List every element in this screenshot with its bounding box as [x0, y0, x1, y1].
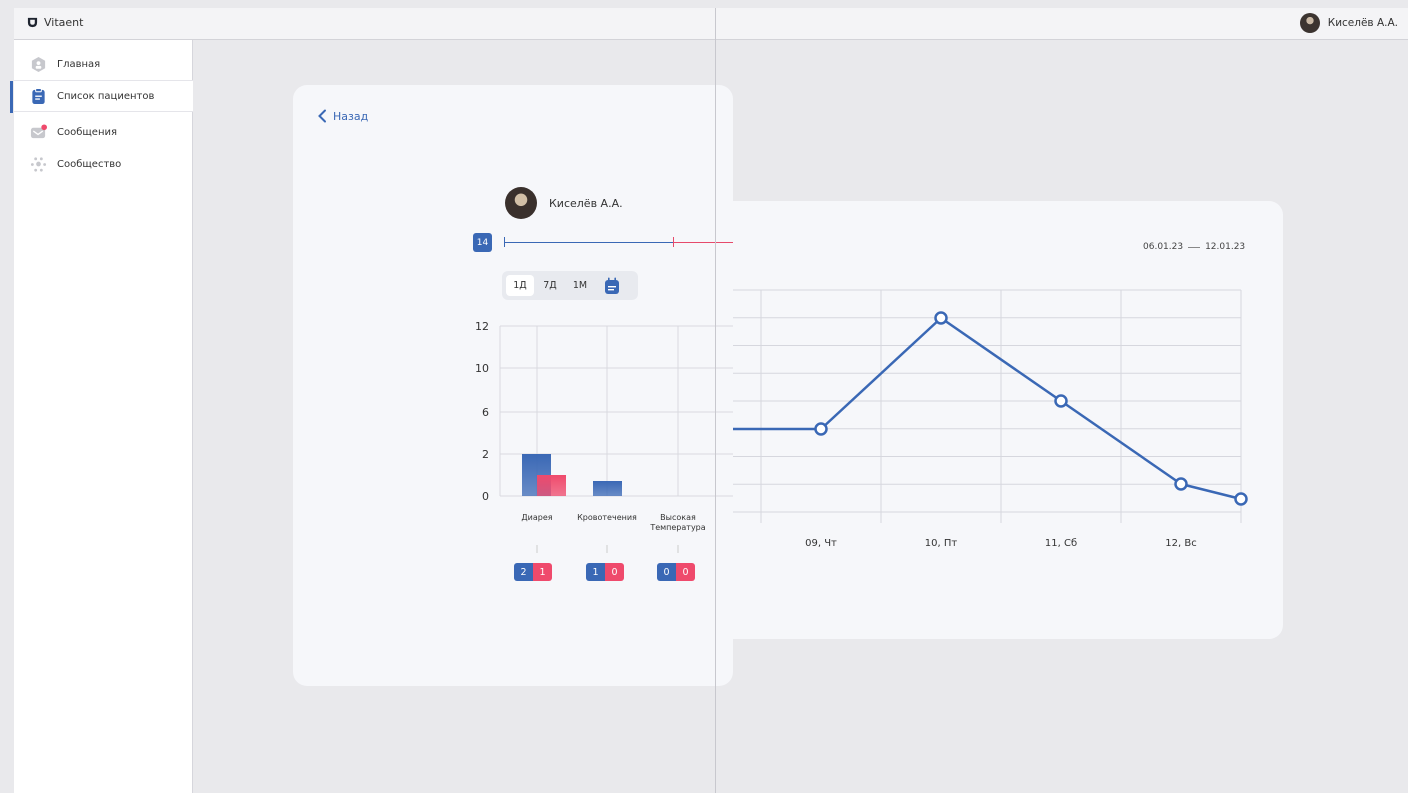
x-tick-label: Кровотечения: [577, 513, 637, 522]
counter-red: 0: [676, 563, 695, 581]
user-menu[interactable]: Киселёв А.А.: [1299, 13, 1398, 33]
counter-blue: 1: [586, 563, 605, 581]
sidebar: Главная Список пациентов Сообщения Сообщ…: [10, 40, 193, 793]
x-tick-label: Диарея: [521, 513, 552, 522]
counter-fever: 00: [657, 563, 695, 581]
symptom-bar-chart: 0 2 6 10 12 Диарея Кровотечения ВысокаяТемперат…: [475, 320, 733, 553]
y-tick-label: 2: [482, 448, 489, 461]
mail-icon: [30, 123, 47, 138]
brand[interactable]: Vitaent: [27, 16, 83, 29]
community-icon: [30, 156, 47, 172]
data-point: [1234, 492, 1248, 506]
x-tick-label: 11, Сб: [1045, 538, 1077, 549]
bar: [537, 475, 566, 496]
patient-card: Назад Киселёв А.А. 14 1Д 7Д 1М 0 2 6 10 12 Ди…: [293, 85, 733, 686]
x-tick-label: Температура: [649, 523, 705, 532]
data-point: [1054, 394, 1068, 408]
data-point: [1174, 477, 1188, 491]
sidebar-item-label: Главная: [57, 58, 101, 70]
split-divider[interactable]: [715, 8, 716, 793]
sidebar-item-messages[interactable]: Сообщения: [14, 116, 193, 148]
vitaent-logo-icon: [27, 17, 38, 28]
data-point: [814, 422, 828, 436]
y-tick-label: 12: [475, 320, 489, 333]
app-name: Vitaent: [44, 16, 84, 29]
user-avatar: [1299, 13, 1320, 33]
sidebar-item-community[interactable]: Сообщество: [14, 148, 193, 180]
counter-blue: 2: [514, 563, 533, 581]
counter-red: 1: [533, 563, 552, 581]
sidebar-item-label: Сообщество: [57, 158, 122, 170]
home-icon: [31, 56, 46, 72]
x-tick-label: 09, Чт: [805, 538, 837, 549]
x-tick-label: 12, Вс: [1165, 538, 1196, 549]
clipboard-icon: [32, 87, 45, 104]
y-tick-label: 0: [482, 490, 489, 503]
x-tick-label: Высокая: [660, 513, 696, 522]
counter-bleeding: 10: [586, 563, 624, 581]
y-tick-label: 10: [475, 362, 489, 375]
top-bar: Vitaent Киселёв А.А.: [14, 8, 1408, 40]
counter-blue: 0: [657, 563, 676, 581]
sidebar-item-label: Сообщения: [57, 126, 118, 138]
sidebar-item-home[interactable]: Главная: [14, 48, 193, 80]
sidebar-item-label: Список пациентов: [57, 90, 155, 102]
sidebar-item-patients[interactable]: Список пациентов: [10, 80, 193, 113]
y-tick-label: 6: [482, 406, 489, 419]
counter-diarrhea: 21: [514, 563, 552, 581]
data-point: [934, 311, 948, 325]
x-tick-label: 10, Пт: [925, 538, 958, 549]
user-name: Киселёв А.А.: [1327, 17, 1398, 29]
weekly-line-chart: 09, Чт 10, Пт 11, Сб 12, Вс: [715, 289, 1248, 549]
counter-red: 0: [605, 563, 624, 581]
bar: [593, 481, 622, 496]
weekly-chart-card: 06.01.23 12.01.23 09, Чт 10, Пт 11, Сб 12, …: [690, 201, 1283, 639]
